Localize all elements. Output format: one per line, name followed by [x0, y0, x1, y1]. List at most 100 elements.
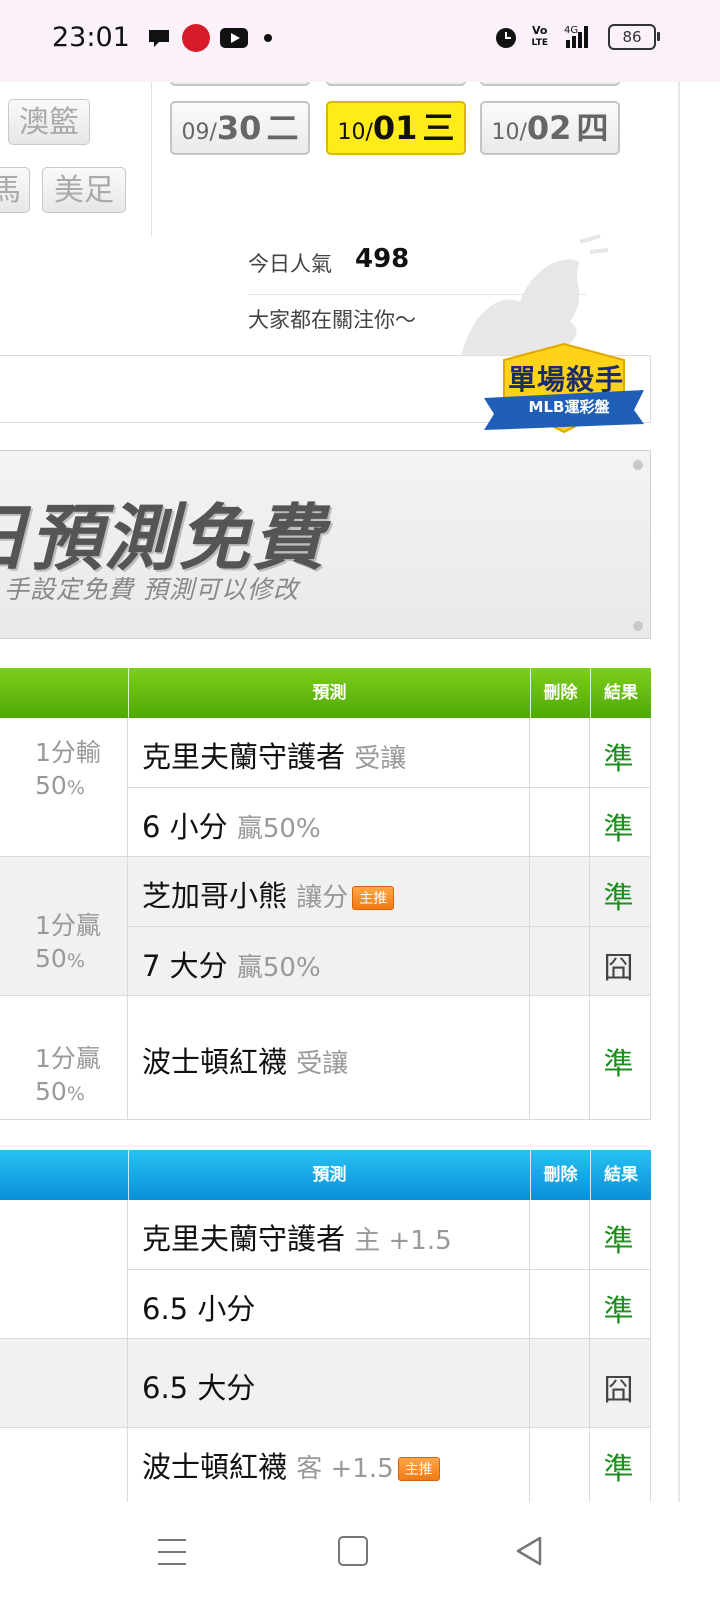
back-icon[interactable]	[514, 1535, 544, 1567]
battery-level: 86	[622, 28, 642, 46]
volte-line1: Vo	[531, 24, 548, 37]
divider	[151, 82, 152, 237]
popularity-label: 今日人氣	[248, 252, 332, 276]
bet-note: 贏50%	[236, 814, 321, 844]
score-line1: 1分贏	[35, 911, 101, 940]
bet-note: 客 +1.5	[296, 1454, 394, 1484]
score-cell	[0, 1200, 128, 1339]
table-row[interactable]: 7 大分 贏50% 囧	[128, 927, 651, 996]
notification-icons	[146, 24, 272, 52]
signal-4g-icon: 4G	[564, 25, 588, 48]
result-hit: 準	[603, 1047, 634, 1082]
screw-icon	[633, 621, 643, 631]
score-line2: 50	[35, 944, 67, 973]
team-name: 6.5 小分	[142, 1292, 256, 1326]
date-day: 30	[216, 109, 262, 147]
app-icon	[182, 24, 210, 52]
result-hit: 準	[603, 1294, 634, 1329]
home-icon[interactable]	[338, 1536, 368, 1566]
table-header: 預測 刪除 結果	[0, 668, 651, 718]
score-cell: 1分輸 50%	[0, 718, 128, 857]
team-name: 波士頓紅襪	[142, 1045, 288, 1079]
date-button-1002[interactable]: 10/02 四	[480, 101, 620, 155]
navigation-bar	[0, 1502, 720, 1604]
date-month: 10/	[491, 120, 527, 145]
bet-note: 受讓	[354, 744, 407, 774]
header-delete: 刪除	[530, 668, 590, 718]
system-icons: Vo LTE 4G 86	[493, 24, 660, 50]
bet-note: 主 +1.5	[354, 1226, 452, 1256]
header-prediction: 預測	[128, 668, 530, 718]
header-prediction: 預測	[128, 1150, 530, 1200]
score-cell: 1分贏 50%	[0, 996, 128, 1120]
web-page: 澳籃 馬 美足 09/30 二 10/01 三 10/02 四 今日人氣 498…	[0, 82, 720, 1502]
date-weekday: 四	[576, 109, 609, 147]
main-pick-tag: 主推	[397, 1457, 440, 1481]
team-name: 芝加哥小熊	[142, 879, 288, 913]
net-type: 4G	[564, 25, 578, 36]
table-header: 預測 刪除 結果	[0, 1150, 651, 1200]
menu-icon[interactable]	[158, 1539, 186, 1565]
score-pct: %	[66, 950, 85, 972]
team-name: 克里夫蘭守護者	[142, 740, 346, 774]
header-result: 結果	[590, 668, 651, 718]
bet-note: 贏50%	[236, 953, 321, 983]
header-delete: 刪除	[530, 1150, 590, 1200]
date-tab-edge	[170, 82, 310, 86]
score-line2: 50	[35, 1077, 67, 1106]
score-line1: 1分輸	[35, 738, 101, 767]
prediction-table-2: 預測 刪除 結果 克里夫蘭守護者 主 +1.5 準 6.5 小分 準 6.5 大…	[0, 1150, 651, 1502]
result-miss: 囧	[603, 951, 634, 986]
popularity-count: 498	[355, 244, 410, 274]
team-name: 6 小分	[142, 810, 228, 844]
team-name: 克里夫蘭守護者	[142, 1222, 346, 1256]
status-bar: 23:01 Vo LTE 4G 86	[0, 0, 720, 82]
dot-icon	[264, 34, 272, 42]
result-hit: 準	[603, 881, 634, 916]
table-row[interactable]: 克里夫蘭守護者 受讓 準	[128, 718, 651, 788]
score-cell: 1分贏 50%	[0, 857, 128, 996]
banner-title: 日預測免費	[0, 496, 327, 580]
date-button-0930[interactable]: 09/30 二	[170, 101, 310, 155]
table-row[interactable]: 6 小分 贏50% 準	[128, 788, 651, 857]
table-row[interactable]: 6.5 大分 囧	[128, 1339, 651, 1428]
category-us-football-button[interactable]: 美足	[42, 167, 126, 213]
alarm-icon	[496, 28, 517, 48]
date-tab-edge	[480, 82, 620, 86]
column-line	[650, 1200, 651, 1502]
category-horse-button[interactable]: 馬	[0, 167, 30, 213]
score-line1: 1分贏	[35, 1044, 101, 1073]
screw-icon	[633, 460, 643, 470]
volte-icon: Vo LTE	[531, 25, 548, 49]
main-pick-tag: 主推	[352, 886, 395, 910]
table-row[interactable]: 6.5 小分 準	[128, 1270, 651, 1339]
table-row[interactable]: 波士頓紅襪 客 +1.5 主推 準	[128, 1428, 651, 1502]
score-cell	[0, 1428, 128, 1502]
result-hit: 準	[603, 742, 634, 777]
date-month: 10/	[337, 120, 373, 145]
score-pct: %	[66, 777, 85, 799]
date-tab-edge	[326, 82, 466, 86]
table-row[interactable]: 芝加哥小熊 讓分 主推 準	[128, 857, 651, 927]
volte-line2: LTE	[531, 38, 548, 48]
chat-bubble-icon	[149, 30, 169, 47]
table-row[interactable]: 克里夫蘭守護者 主 +1.5 準	[128, 1200, 651, 1270]
bet-note: 受讓	[296, 1049, 349, 1079]
team-name: 6.5 大分	[142, 1371, 256, 1405]
category-aus-basketball-button[interactable]: 澳籃	[8, 99, 90, 145]
result-hit: 準	[603, 812, 634, 847]
score-line2: 50	[35, 771, 67, 800]
column-line	[529, 718, 530, 1120]
follow-text: 大家都在關注你～	[248, 308, 416, 332]
date-weekday: 二	[266, 109, 299, 147]
column-line	[650, 718, 651, 1120]
score-cell	[0, 1339, 128, 1428]
youtube-icon	[220, 28, 248, 48]
table-row[interactable]: 波士頓紅襪 受讓 準	[128, 996, 651, 1120]
badge-subtitle: MLB運彩盤	[528, 398, 610, 416]
column-line	[589, 718, 590, 1120]
date-button-1001[interactable]: 10/01 三	[326, 101, 466, 155]
header-result: 結果	[590, 1150, 651, 1200]
page-border	[678, 82, 680, 1502]
date-day: 01	[372, 109, 418, 147]
